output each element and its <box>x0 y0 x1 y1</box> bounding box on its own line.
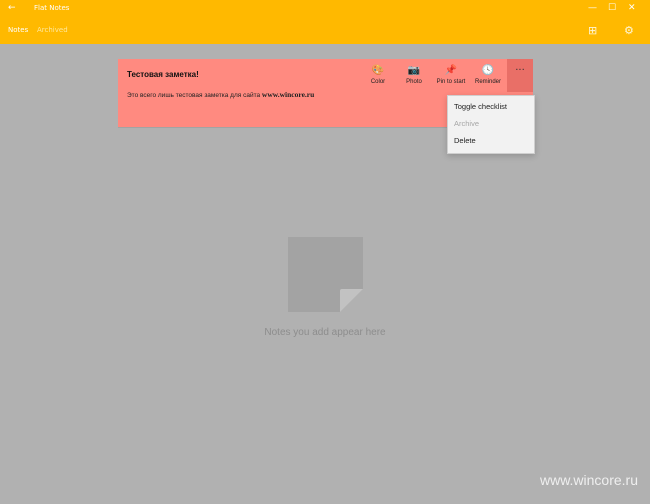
clock-icon: 🕓 <box>481 65 495 76</box>
note-body-text: Это всего лишь тестовая заметка для сайт… <box>127 92 261 99</box>
tab-archived[interactable]: Archived <box>37 26 68 34</box>
back-icon[interactable]: ← <box>8 3 16 13</box>
pin-label: Pin to start <box>436 79 466 85</box>
settings-icon[interactable]: ⚙ <box>624 24 634 37</box>
menu-item-archive: Archive <box>454 119 480 128</box>
note-body-link: www.wincore.ru <box>261 90 315 99</box>
color-button[interactable]: 🎨 Color <box>358 65 398 85</box>
palette-icon: 🎨 <box>371 65 385 76</box>
color-label: Color <box>370 79 386 85</box>
app-title: Flat Notes <box>34 4 70 12</box>
more-options-button[interactable]: ··· <box>507 59 533 92</box>
menu-item-toggle-checklist[interactable]: Toggle checklist <box>454 102 507 111</box>
maximize-icon[interactable]: ☐ <box>608 3 616 13</box>
note-context-menu: Toggle checklist Archive Delete <box>447 95 535 154</box>
close-icon[interactable]: ✕ <box>628 3 636 13</box>
pin-to-start-button[interactable]: 📌 Pin to start <box>431 65 471 85</box>
photo-label: Photo <box>406 79 422 85</box>
minimize-icon[interactable]: — <box>588 3 597 13</box>
reminder-label: Reminder <box>474 79 501 85</box>
pin-icon: 📌 <box>444 65 458 76</box>
photo-button[interactable]: 📷 Photo <box>394 65 434 85</box>
empty-state-text: Notes you add appear here <box>264 327 386 338</box>
camera-icon: 📷 <box>407 65 421 76</box>
watermark: www.wincore.ru <box>539 472 638 488</box>
reminder-button[interactable]: 🕓 Reminder <box>468 65 508 85</box>
note-title[interactable]: Тестовая заметка! <box>127 70 199 79</box>
app-toolbar: Notes Archived ⊞ ⚙ <box>0 18 650 44</box>
title-bar: ← Flat Notes — ☐ ✕ <box>0 0 650 18</box>
menu-item-delete[interactable]: Delete <box>454 136 476 145</box>
empty-notes-icon <box>288 237 363 312</box>
tab-notes[interactable]: Notes <box>8 26 28 34</box>
note-body[interactable]: Это всего лишь тестовая заметка для сайт… <box>127 90 314 99</box>
add-icon[interactable]: ⊞ <box>588 24 597 37</box>
